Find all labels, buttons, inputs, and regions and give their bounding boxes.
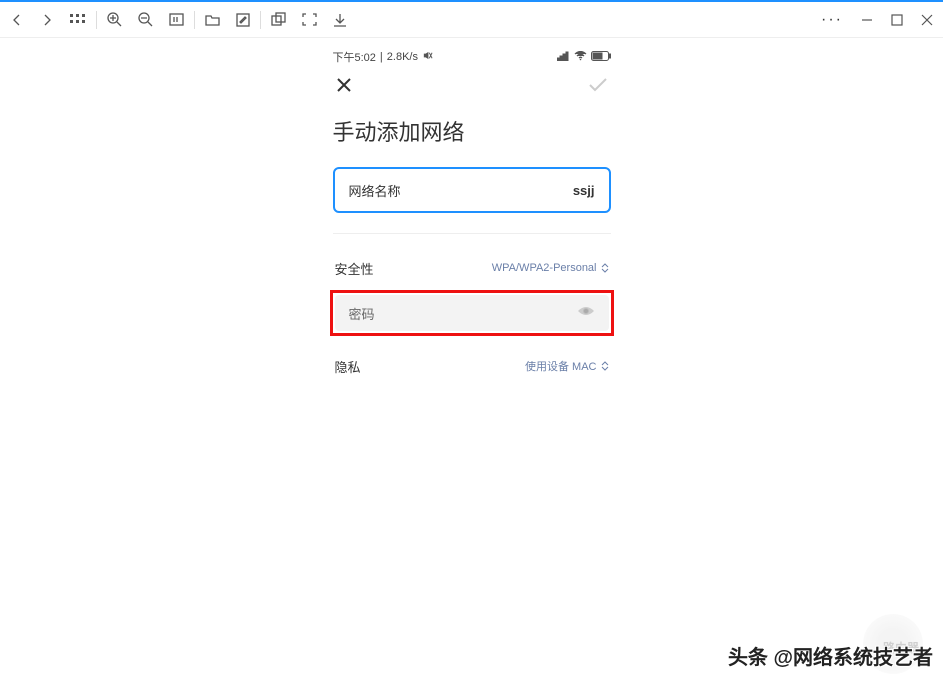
page-title: 手动添加网络: [333, 115, 611, 147]
status-divider: |: [380, 51, 383, 63]
password-highlight-box: 密码: [330, 290, 614, 336]
security-value: WPA/WPA2-Personal: [492, 262, 609, 274]
status-bar: 下午5:02 | 2.8K/s: [333, 48, 611, 66]
apps-grid-icon[interactable]: [70, 14, 86, 26]
privacy-row[interactable]: 隐私 使用设备 MAC: [333, 350, 611, 382]
signal-icon: [557, 51, 570, 64]
viewer-toolbar: ···: [0, 2, 943, 38]
chevron-updown-icon: [601, 263, 609, 273]
mute-icon: [422, 50, 433, 64]
minimize-button[interactable]: [861, 14, 873, 26]
zoom-out-icon[interactable]: [138, 12, 153, 27]
more-menu-icon[interactable]: ···: [821, 11, 843, 29]
password-field[interactable]: 密码: [335, 295, 609, 331]
forward-icon[interactable]: [40, 13, 54, 27]
network-name-field[interactable]: 网络名称 ssjj: [333, 167, 611, 213]
security-row[interactable]: 安全性 WPA/WPA2-Personal: [333, 252, 611, 284]
watermark: 路由器 头条 @网络系统技艺者: [728, 641, 933, 670]
back-icon[interactable]: [10, 13, 24, 27]
fullscreen-icon[interactable]: [302, 13, 317, 26]
eye-icon[interactable]: [577, 304, 595, 322]
status-time: 下午5:02: [333, 49, 376, 65]
privacy-value: 使用设备 MAC: [525, 358, 609, 374]
watermark-text: 头条 @网络系统技艺者: [728, 641, 933, 670]
maximize-button[interactable]: [891, 14, 903, 26]
confirm-icon[interactable]: [587, 76, 609, 99]
network-name-label: 网络名称: [349, 181, 401, 200]
edit-icon[interactable]: [236, 13, 250, 27]
close-icon[interactable]: [335, 76, 353, 99]
actual-size-icon[interactable]: [169, 13, 184, 26]
copy-icon[interactable]: [271, 12, 286, 27]
page-nav: [333, 76, 611, 99]
chevron-updown-icon: [601, 361, 609, 371]
password-placeholder: 密码: [349, 304, 375, 323]
battery-icon: [591, 51, 611, 64]
close-window-button[interactable]: [921, 14, 933, 26]
wifi-icon: [574, 51, 587, 64]
zoom-in-icon[interactable]: [107, 12, 122, 27]
open-folder-icon[interactable]: [205, 13, 220, 26]
section-divider: [333, 233, 611, 234]
phone-screen: 下午5:02 | 2.8K/s 手动添加网络 网络名: [333, 48, 611, 382]
download-icon[interactable]: [333, 13, 347, 27]
privacy-label: 隐私: [335, 357, 361, 376]
security-label: 安全性: [335, 259, 374, 278]
status-net-speed: 2.8K/s: [387, 51, 418, 63]
network-name-value: ssjj: [573, 183, 595, 198]
